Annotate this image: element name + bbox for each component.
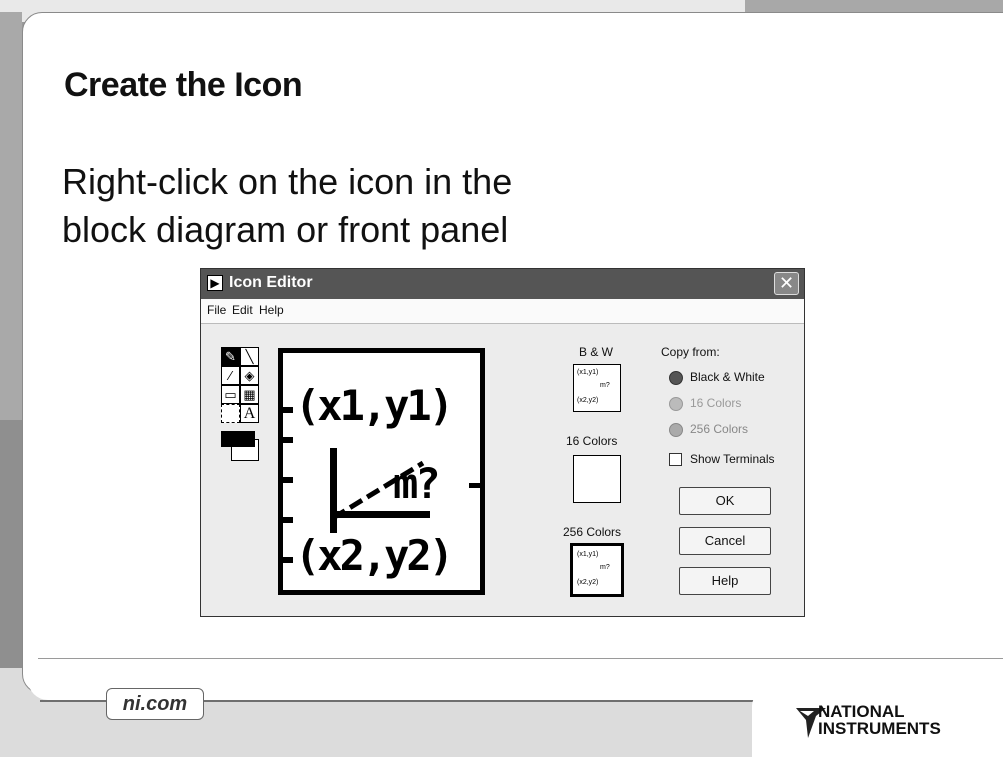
show-terminals-checkbox[interactable] — [669, 453, 682, 466]
bw-preview-line-1: (x1,y1) — [577, 369, 599, 376]
pencil-icon[interactable]: ✎ — [221, 347, 240, 366]
menu-bar: File Edit Help — [201, 299, 804, 324]
help-button[interactable]: Help — [679, 567, 771, 595]
filled-rectangle-icon[interactable]: ▦ — [240, 385, 259, 404]
colors256-preview[interactable]: (x1,y1) m? (x2,y2) — [570, 543, 624, 597]
line-icon[interactable]: ╲ — [240, 347, 259, 366]
icon-canvas-drawing[interactable]: (x1,y1) m? (x2,y2) — [283, 353, 480, 590]
colors256-preview-line-3: (x2,y2) — [577, 579, 599, 586]
canvas-text-top: (x1,y1) — [295, 381, 454, 430]
radio-256-colors-label: 256 Colors — [690, 422, 749, 436]
footer-link[interactable]: ni.com — [106, 688, 204, 720]
text-icon[interactable]: A — [240, 404, 259, 423]
foreground-color-swatch[interactable] — [221, 431, 255, 447]
dialog-title: Icon Editor — [229, 274, 313, 291]
menu-edit[interactable]: Edit — [232, 303, 253, 317]
bw-preview[interactable]: (x1,y1) m? (x2,y2) — [573, 364, 621, 412]
canvas-text-middle: m? — [393, 459, 441, 508]
app-icon: ▶ — [207, 275, 223, 291]
title-bar[interactable]: ▶ Icon Editor ✕ — [201, 269, 804, 299]
icon-editor-dialog: ▶ Icon Editor ✕ File Edit Help ✎ ╲ ⁄ ◈ ▭… — [200, 268, 805, 617]
canvas-text-bottom: (x2,y2) — [295, 531, 454, 580]
colors16-label: 16 Colors — [566, 434, 618, 448]
dropper-icon[interactable]: ⁄ — [221, 366, 240, 385]
radio-black-white[interactable] — [669, 371, 683, 385]
menu-file[interactable]: File — [207, 303, 226, 317]
select-icon[interactable] — [221, 404, 240, 423]
bw-preview-line-3: (x2,y2) — [577, 397, 599, 404]
bw-preview-line-2: m? — [600, 382, 610, 389]
color-swatches[interactable] — [221, 431, 261, 461]
colors16-preview[interactable] — [573, 455, 621, 503]
logo-wordmark: NATIONAL INSTRUMENTS — [818, 703, 941, 737]
rectangle-icon[interactable]: ▭ — [221, 385, 240, 404]
radio-256-colors[interactable] — [669, 423, 683, 437]
copy-from-label: Copy from: — [661, 345, 720, 359]
slide-left-strip-accent — [0, 420, 22, 670]
cancel-button[interactable]: Cancel — [679, 527, 771, 555]
radio-black-white-label: Black & White — [690, 370, 765, 384]
divider — [38, 658, 1003, 659]
radio-16-colors-label: 16 Colors — [690, 396, 742, 410]
ok-button[interactable]: OK — [679, 487, 771, 515]
slide-body-text: Right-click on the icon in the block dia… — [62, 161, 513, 250]
radio-16-colors — [669, 397, 683, 411]
close-button[interactable]: ✕ — [774, 272, 799, 295]
colors256-label: 256 Colors — [563, 525, 622, 539]
show-terminals-label: Show Terminals — [690, 452, 775, 466]
bw-label: B & W — [579, 345, 614, 359]
tool-palette: ✎ ╲ ⁄ ◈ ▭ ▦ A — [221, 347, 261, 429]
logo-line-2: INSTRUMENTS — [818, 719, 941, 738]
colors256-preview-line-2: m? — [600, 564, 610, 571]
logo-line-1: NATIONAL — [818, 702, 905, 721]
bucket-icon[interactable]: ◈ — [240, 366, 259, 385]
slide-title: Create the Icon — [64, 66, 303, 104]
colors256-preview-line-1: (x1,y1) — [577, 551, 599, 558]
menu-help[interactable]: Help — [259, 303, 284, 317]
